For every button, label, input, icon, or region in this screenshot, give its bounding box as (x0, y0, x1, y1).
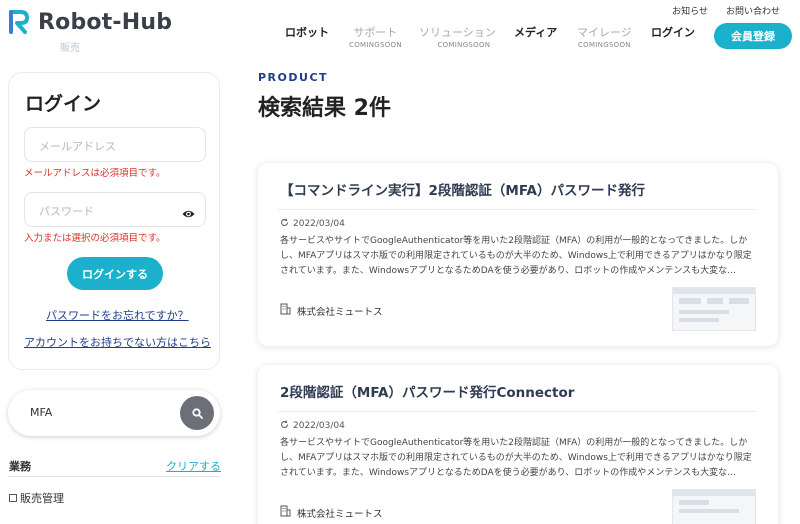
password-error: 入力または選択の必須項目です。 (24, 233, 166, 244)
nav-login[interactable]: ログイン (651, 26, 695, 40)
result-company: 株式会社ミュートス (280, 303, 383, 318)
result-thumbnail (672, 489, 756, 524)
result-description: 各サービスやサイトでGoogleAuthenticator等を用いた2段階認証（… (280, 438, 752, 478)
building-icon (280, 303, 291, 318)
result-company: 株式会社ミュートス (280, 505, 383, 520)
result-company-name: 株式会社ミュートス (297, 508, 383, 520)
result-title[interactable]: 【コマンドライン実行】2段階認証（MFA）パスワード発行 (280, 179, 645, 199)
result-description: 各サービスやサイトでGoogleAuthenticator等を用いた2段階認証（… (280, 236, 752, 276)
result-divider (278, 411, 756, 412)
result-title[interactable]: 2段階認証（MFA）パスワード発行Connector (280, 381, 574, 401)
nav-support[interactable]: サポート COMINGSOON (349, 26, 402, 50)
result-date: 2022/03/04 (280, 218, 345, 230)
eye-icon[interactable] (182, 204, 195, 223)
news-link[interactable]: お知らせ (672, 4, 708, 17)
filter-clear-link[interactable]: クリアする (166, 458, 221, 474)
site-header: Robot-Hub 販売 お知らせ お問い合わせ ロボット サポート COMIN… (0, 0, 800, 60)
checkbox[interactable] (9, 494, 17, 502)
result-date: 2022/03/04 (280, 420, 345, 432)
nav-solution-sub: COMINGSOON (437, 41, 491, 49)
register-link[interactable]: アカウントをお持ちでない方はこちら (24, 334, 211, 350)
email-field[interactable]: メールアドレス (24, 127, 206, 162)
filter-heading: 業務 (9, 460, 31, 473)
result-card[interactable]: 【コマンドライン実行】2段階認証（MFA）パスワード発行 2022/03/04 … (258, 163, 778, 346)
contact-link[interactable]: お問い合わせ (726, 4, 780, 17)
nav-media[interactable]: メディア (514, 26, 557, 40)
nav-mileage[interactable]: マイレージ COMINGSOON (577, 26, 632, 50)
search-input[interactable]: MFA (8, 390, 220, 436)
search-icon (191, 404, 203, 423)
nav-solution[interactable]: ソリューション COMINGSOON (419, 26, 496, 50)
password-placeholder: パスワード (39, 205, 94, 218)
logo-subtext: 販売 (60, 43, 80, 54)
email-placeholder: メールアドレス (39, 140, 116, 153)
nav-robot[interactable]: ロボット (285, 26, 329, 40)
building-icon (280, 505, 291, 520)
refresh-icon (280, 420, 289, 432)
result-company-name: 株式会社ミュートス (297, 306, 383, 318)
password-field[interactable]: パスワード (24, 192, 206, 227)
nav-support-sub: COMINGSOON (349, 41, 402, 49)
nav-login-label: ログイン (651, 26, 695, 39)
nav-media-label: メディア (514, 26, 558, 39)
page-title: 検索結果 2件 (258, 96, 391, 121)
refresh-icon (280, 218, 289, 230)
utility-links: お知らせ お問い合わせ (672, 4, 780, 17)
logo-text: Robot-Hub (38, 9, 173, 35)
forgot-password-link[interactable]: パスワードをお忘れですか？ (46, 307, 189, 323)
filter-option-sales[interactable]: 販売管理 (9, 490, 64, 506)
nav-mileage-label: マイレージ (577, 26, 632, 39)
signup-button[interactable]: 会員登録 (714, 23, 792, 49)
result-divider (278, 209, 756, 210)
result-thumbnail (672, 287, 756, 331)
result-date-text: 2022/03/04 (293, 219, 345, 229)
nav-support-label: サポート (353, 26, 398, 39)
email-error: メールアドレスは必須項目です。 (24, 168, 166, 179)
search-value: MFA (30, 406, 53, 419)
result-card[interactable]: 2段階認証（MFA）パスワード発行Connector 2022/03/04 各サ… (258, 365, 778, 524)
filter-option-label: 販売管理 (20, 492, 64, 505)
login-card: ログイン メールアドレス メールアドレスは必須項目です。 パスワード 入力または… (8, 72, 220, 370)
site-logo[interactable]: Robot-Hub (8, 9, 172, 35)
search-button[interactable] (180, 396, 214, 430)
nav-solution-label: ソリューション (419, 26, 496, 39)
section-eyebrow: PRODUCT (258, 71, 329, 84)
login-title: ログイン (25, 93, 102, 115)
robot-hub-logo-icon (8, 9, 30, 35)
login-button[interactable]: ログインする (67, 257, 163, 290)
nav-robot-label: ロボット (285, 26, 329, 39)
result-date-text: 2022/03/04 (293, 421, 345, 431)
filter-divider (8, 476, 220, 477)
nav-mileage-sub: COMINGSOON (577, 41, 631, 49)
